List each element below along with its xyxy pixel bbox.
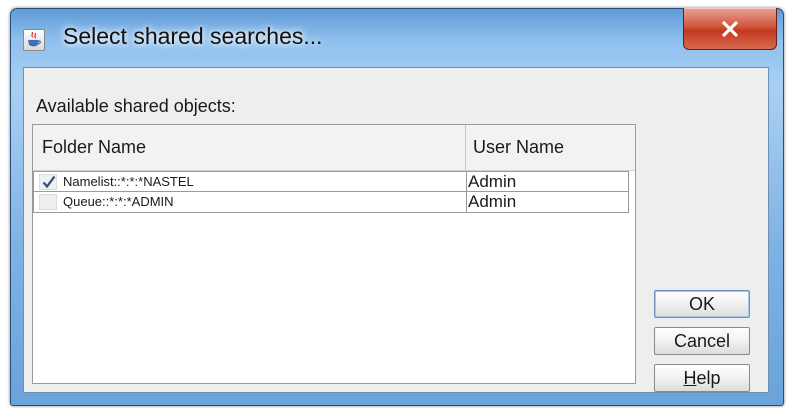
cell-divider — [466, 192, 467, 212]
window-title: Select shared searches... — [63, 23, 323, 49]
cell-divider — [466, 172, 467, 191]
user-name-cell: Admin — [468, 192, 517, 211]
java-coffee-cup-icon — [23, 29, 45, 51]
dialog-window: Select shared searches... Available shar… — [10, 8, 784, 406]
close-button[interactable] — [683, 8, 777, 50]
row-checkbox[interactable] — [39, 174, 57, 190]
cancel-button[interactable]: Cancel — [654, 327, 750, 355]
close-icon — [722, 20, 738, 37]
help-button[interactable]: Help — [654, 364, 750, 392]
table-row[interactable]: Queue::*:*:*ADMIN Admin — [33, 192, 629, 213]
column-divider[interactable] — [465, 125, 466, 171]
table-row[interactable]: Namelist::*:*:*NASTEL Admin — [33, 171, 629, 192]
user-name-cell: Admin — [468, 172, 517, 191]
title-bar[interactable]: Select shared searches... — [11, 8, 783, 67]
ok-button[interactable]: OK — [654, 290, 750, 318]
shared-objects-table: Folder Name User Name Namelist::*:*:*NAS… — [32, 124, 636, 384]
help-label-rest: elp — [696, 368, 721, 388]
help-mnemonic: H — [683, 368, 697, 388]
available-objects-label: Available shared objects: — [36, 96, 236, 116]
dialog-content: Available shared objects: Folder Name Us… — [23, 67, 769, 393]
table-header: Folder Name User Name — [33, 125, 635, 171]
column-header-user-name[interactable]: User Name — [473, 137, 564, 158]
column-header-folder-name[interactable]: Folder Name — [42, 137, 146, 158]
checkmark-icon — [42, 175, 56, 189]
row-checkbox[interactable] — [39, 194, 57, 210]
folder-name-cell: Queue::*:*:*ADMIN — [63, 194, 174, 209]
folder-name-cell: Namelist::*:*:*NASTEL — [63, 174, 194, 189]
